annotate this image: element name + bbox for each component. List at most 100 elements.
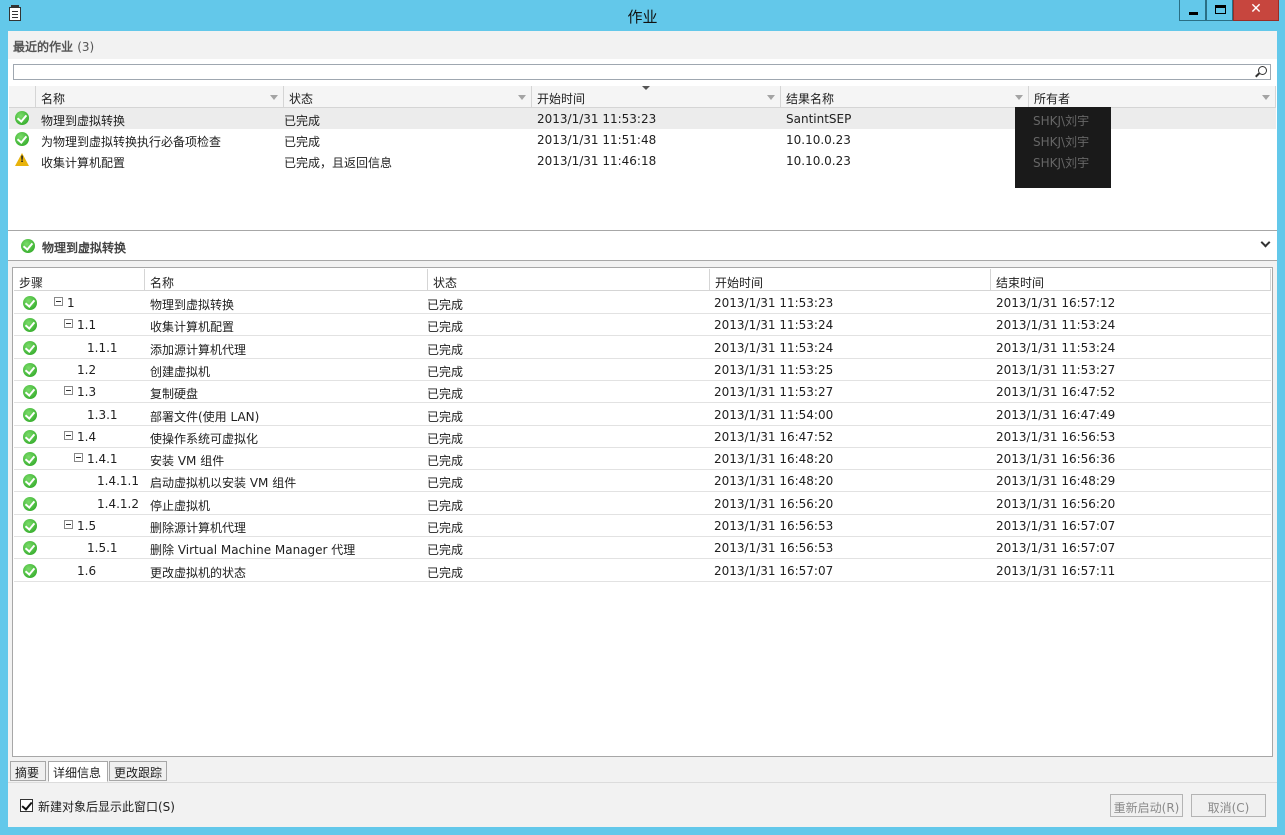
table-row[interactable]: 1.3 复制硬盘 已完成 2013/1/31 11:53:27 2013/1/31 16… <box>14 381 1271 404</box>
table-row[interactable]: 1.5 删除源计算机代理 已完成 2013/1/31 16:56:53 2013/1/3… <box>14 515 1271 537</box>
tab-change-tracking[interactable]: 更改跟踪 <box>109 761 167 781</box>
step-status: 已完成 <box>427 454 464 469</box>
step-name: 更改虚拟机的状态 <box>150 565 247 580</box>
step-name: 启动虚拟机以安装 VM 组件 <box>150 476 297 491</box>
table-row[interactable]: 1.1.1 添加源计算机代理 已完成 2013/1/31 11:53:24 2013/1… <box>14 337 1271 359</box>
step-name: 停止虚拟机 <box>150 498 211 513</box>
step-number: 1.1 <box>77 318 97 333</box>
filter-dropdown-icon[interactable] <box>518 95 526 100</box>
step-end: 2013/1/31 16:56:36 <box>996 452 1116 467</box>
job-detail-title: 物理到虚拟转换 <box>42 241 127 255</box>
show-window-checkbox[interactable] <box>20 799 33 812</box>
job-detail-header[interactable]: 物理到虚拟转换 <box>8 231 1277 261</box>
job-steps-table: 步骤 名称 状态 开始时间 结束时间 1 物理到虚拟转换 已完成 2013/1/31 11:53… <box>12 267 1273 757</box>
jobs-cell-result: 10.10.0.23 <box>786 154 851 168</box>
jobs-column-header[interactable]: 开始时间 <box>532 86 781 108</box>
table-row[interactable]: 1.1 收集计算机配置 已完成 2013/1/31 11:53:24 2013/1/31… <box>14 314 1271 337</box>
table-row[interactable]: 1.4 使操作系统可虚拟化 已完成 2013/1/31 16:47:52 2013/1/… <box>14 426 1271 448</box>
step-end: 2013/1/31 16:57:12 <box>996 296 1116 310</box>
step-name: 物理到虚拟转换 <box>150 298 235 312</box>
table-row[interactable]: 1.2 创建虚拟机 已完成 2013/1/31 11:53:25 2013/1/31 1… <box>14 359 1271 381</box>
step-end: 2013/1/31 16:57:11 <box>996 563 1116 578</box>
step-start: 2013/1/31 16:57:07 <box>714 563 834 578</box>
table-row[interactable]: 1.4.1.1 启动虚拟机以安装 VM 组件 已完成 2013/1/31 16:48:… <box>14 470 1271 493</box>
table-row[interactable]: 1.6 更改虚拟机的状态 已完成 2013/1/31 16:57:07 2013/1/3… <box>14 560 1271 582</box>
step-status: 已完成 <box>427 565 464 580</box>
step-start: 2013/1/31 16:56:53 <box>714 541 834 556</box>
step-number: 1.5.1 <box>87 541 118 556</box>
step-name: 安装 VM 组件 <box>150 454 225 469</box>
steps-column-header[interactable]: 步骤 <box>14 269 145 291</box>
collapse-icon[interactable] <box>54 297 63 306</box>
step-number: 1.3.1 <box>87 407 118 422</box>
step-start: 2013/1/31 11:53:25 <box>714 362 834 377</box>
step-end: 2013/1/31 16:47:49 <box>996 407 1116 422</box>
jobs-cell-name: 物理到虚拟转换 <box>41 114 126 128</box>
table-row[interactable]: 1.5.1 删除 Virtual Machine Manager 代理 已完成 201… <box>14 537 1271 560</box>
search-input[interactable] <box>13 64 1271 80</box>
success-icon <box>21 239 35 253</box>
step-start: 2013/1/31 11:53:24 <box>714 340 834 355</box>
jobs-column-label: 状态 <box>289 92 314 106</box>
minimize-button[interactable] <box>1179 0 1206 21</box>
steps-column-header[interactable]: 状态 <box>428 269 710 291</box>
close-icon: ✕ <box>1250 1 1262 17</box>
table-row[interactable]: 1.4.1 安装 VM 组件 已完成 2013/1/31 16:48:20 2013/1… <box>14 448 1271 471</box>
step-name: 删除源计算机代理 <box>150 521 247 535</box>
step-end: 2013/1/31 16:57:07 <box>996 519 1116 533</box>
success-icon <box>23 474 37 489</box>
recent-jobs-panel: 最近的作业 (3) 名称 状态 开始时间 结果名称 所有者 物理到虚拟转换 已完成 2013/… <box>8 31 1277 231</box>
show-window-label[interactable]: 新建对象后显示此窗口(S) <box>38 798 175 815</box>
step-start: 2013/1/31 11:53:23 <box>714 296 834 310</box>
step-status: 已完成 <box>427 409 464 424</box>
collapse-icon[interactable] <box>64 520 73 529</box>
jobs-column-header[interactable]: 名称 <box>36 86 284 108</box>
filter-dropdown-icon[interactable] <box>270 95 278 100</box>
step-end: 2013/1/31 11:53:27 <box>996 362 1116 377</box>
step-number: 1.5 <box>77 519 97 533</box>
table-row[interactable]: 1.3.1 部署文件(使用 LAN) 已完成 2013/1/31 11:54:00 20… <box>14 404 1271 426</box>
filter-dropdown-icon[interactable] <box>1015 95 1023 100</box>
table-row[interactable]: 1 物理到虚拟转换 已完成 2013/1/31 11:53:23 2013/1/31 1… <box>14 292 1271 314</box>
filter-dropdown-icon[interactable] <box>767 95 775 100</box>
step-start: 2013/1/31 16:48:20 <box>714 474 834 489</box>
step-number: 1.4.1.1 <box>97 474 139 489</box>
chevron-down-icon[interactable] <box>1260 237 1271 248</box>
step-end: 2013/1/31 16:47:52 <box>996 385 1116 400</box>
close-button[interactable]: ✕ <box>1233 0 1279 21</box>
collapse-icon[interactable] <box>64 430 73 440</box>
step-number: 1.4.1 <box>87 452 118 467</box>
cancel-button[interactable]: 取消(C) <box>1191 794 1266 817</box>
jobs-cell-start: 2013/1/31 11:51:48 <box>537 133 657 147</box>
step-name: 删除 Virtual Machine Manager 代理 <box>150 543 356 558</box>
step-status: 已完成 <box>427 498 464 513</box>
collapse-icon[interactable] <box>74 453 83 463</box>
steps-column-header[interactable]: 名称 <box>145 269 428 291</box>
jobs-cell-owner: SHKJ\刘宇 <box>1033 135 1090 149</box>
jobs-cell-name: 为物理到虚拟转换执行必备项检查 <box>41 135 222 149</box>
jobs-column-header[interactable]: 所有者 <box>1029 86 1276 108</box>
title-bar[interactable]: 作业 ✕ <box>0 0 1285 30</box>
restart-button[interactable]: 重新启动(R) <box>1110 794 1183 817</box>
step-start: 2013/1/31 11:54:00 <box>714 407 834 422</box>
sort-descending-icon <box>642 86 650 90</box>
jobs-cell-result: 10.10.0.23 <box>786 133 851 147</box>
collapse-icon[interactable] <box>64 319 73 329</box>
tab-details[interactable]: 详细信息 <box>48 761 108 782</box>
filter-dropdown-icon[interactable] <box>1262 95 1270 100</box>
steps-column-header[interactable]: 开始时间 <box>710 269 991 291</box>
jobs-column-label: 名称 <box>41 92 66 106</box>
table-row[interactable]: 1.4.1.2 停止虚拟机 已完成 2013/1/31 16:56:20 2013/1/… <box>14 493 1271 515</box>
maximize-button[interactable] <box>1206 0 1233 21</box>
tab-summary[interactable]: 摘要 <box>10 761 46 781</box>
step-status: 已完成 <box>427 476 464 491</box>
jobs-column-header[interactable]: 结果名称 <box>781 86 1029 108</box>
step-name: 使操作系统可虚拟化 <box>150 431 259 446</box>
collapse-icon[interactable] <box>64 386 73 396</box>
jobs-column-header[interactable]: 状态 <box>284 86 532 108</box>
minimize-icon <box>1189 12 1198 15</box>
step-end: 2013/1/31 16:56:20 <box>996 496 1116 511</box>
success-icon <box>15 132 29 146</box>
steps-column-header[interactable]: 结束时间 <box>991 269 1271 291</box>
search-icon[interactable] <box>1258 66 1267 75</box>
